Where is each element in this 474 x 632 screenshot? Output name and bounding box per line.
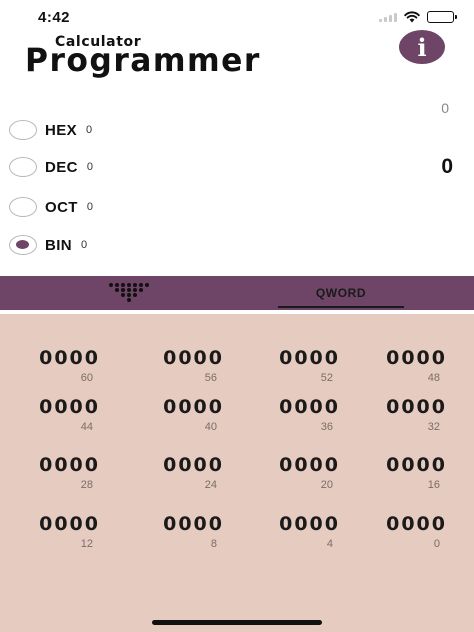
- base-value-oct: 0: [86, 201, 93, 213]
- bit-group[interactable]: 0000 48: [367, 347, 447, 384]
- status-icons: [379, 11, 457, 23]
- bit-index: 36: [320, 421, 333, 433]
- bit-digits[interactable]: 0000: [260, 513, 340, 535]
- bit-group[interactable]: 0000 60: [20, 347, 100, 384]
- base-option-bin[interactable]: BIN 0: [9, 232, 87, 258]
- bit-index: 24: [204, 479, 217, 491]
- bit-index: 60: [80, 372, 93, 384]
- bit-digits[interactable]: 0000: [260, 347, 340, 369]
- readout-primary: 0: [441, 155, 453, 178]
- bit-group[interactable]: 0000 12: [20, 513, 100, 550]
- bit-digits[interactable]: 0000: [20, 513, 100, 535]
- bit-digits[interactable]: 0000: [367, 513, 447, 535]
- bit-index: 16: [427, 479, 440, 491]
- bit-group[interactable]: 0000 32: [367, 396, 447, 433]
- bit-grid-icon: [109, 283, 149, 302]
- bit-group[interactable]: 0000 0: [367, 513, 447, 550]
- base-label-hex: HEX: [45, 121, 78, 139]
- bit-index: 12: [80, 538, 93, 550]
- bit-index: 40: [204, 421, 217, 433]
- home-indicator[interactable]: [152, 620, 322, 625]
- status-time: 4:42: [38, 9, 71, 26]
- tab-bit-toggling[interactable]: [0, 276, 260, 310]
- bit-toggle-panel: 0000 60 0000 56 0000 52 0000 48 0000 44 …: [0, 314, 474, 632]
- bit-digits[interactable]: 0000: [20, 396, 100, 418]
- bit-group[interactable]: 0000 8: [144, 513, 224, 550]
- app-title: Programmer: [25, 41, 261, 79]
- base-label-dec: DEC: [45, 158, 78, 176]
- bit-index: 0: [433, 538, 440, 550]
- base-option-oct[interactable]: OCT 0: [9, 194, 93, 220]
- cellular-signal-icon: [379, 12, 397, 22]
- bit-digits[interactable]: 0000: [367, 454, 447, 476]
- bit-digits[interactable]: 0000: [20, 347, 100, 369]
- bit-group[interactable]: 0000 20: [260, 454, 340, 491]
- bit-index: 52: [320, 372, 333, 384]
- bit-digits[interactable]: 0000: [144, 513, 224, 535]
- bit-index: 28: [80, 479, 93, 491]
- wifi-icon: [404, 11, 420, 23]
- bit-group[interactable]: 0000 56: [144, 347, 224, 384]
- bit-digits[interactable]: 0000: [260, 454, 340, 476]
- info-icon: i: [417, 32, 427, 62]
- bit-digits[interactable]: 0000: [367, 347, 447, 369]
- tab-word-size[interactable]: QWORD: [278, 276, 404, 310]
- bit-digits[interactable]: 0000: [367, 396, 447, 418]
- bit-group[interactable]: 0000 28: [20, 454, 100, 491]
- bit-group[interactable]: 0000 36: [260, 396, 340, 433]
- info-button[interactable]: i: [399, 30, 445, 64]
- bit-group[interactable]: 0000 4: [260, 513, 340, 550]
- bit-digits[interactable]: 0000: [144, 347, 224, 369]
- hex-radio[interactable]: [9, 120, 37, 140]
- bit-digits[interactable]: 0000: [144, 396, 224, 418]
- base-option-dec[interactable]: DEC 0: [9, 154, 93, 180]
- bit-digits[interactable]: 0000: [20, 454, 100, 476]
- base-option-hex[interactable]: HEX 0: [9, 117, 92, 143]
- bit-group[interactable]: 0000 52: [260, 347, 340, 384]
- base-value-dec: 0: [86, 161, 93, 173]
- oct-radio[interactable]: [9, 197, 37, 217]
- base-label-bin: BIN: [45, 236, 73, 254]
- bit-index: 20: [320, 479, 333, 491]
- base-label-oct: OCT: [45, 198, 78, 216]
- bit-index: 8: [210, 538, 217, 550]
- bin-radio[interactable]: [9, 235, 37, 255]
- base-value-bin: 0: [81, 239, 88, 251]
- bit-group[interactable]: 0000 16: [367, 454, 447, 491]
- word-size-label: QWORD: [315, 286, 367, 300]
- bit-group[interactable]: 0000 24: [144, 454, 224, 491]
- bit-index: 32: [427, 421, 440, 433]
- bit-digits[interactable]: 0000: [144, 454, 224, 476]
- base-value-hex: 0: [86, 124, 93, 136]
- bit-index: 44: [80, 421, 93, 433]
- status-bar: 4:42: [0, 0, 474, 34]
- readout-secondary: 0: [441, 100, 449, 116]
- bit-group[interactable]: 0000 40: [144, 396, 224, 433]
- keyboard-tab-bar: QWORD: [0, 276, 474, 310]
- battery-icon: [427, 11, 457, 23]
- bit-index: 48: [427, 372, 440, 384]
- dec-radio[interactable]: [9, 157, 37, 177]
- bit-group[interactable]: 0000 44: [20, 396, 100, 433]
- bit-index: 56: [204, 372, 217, 384]
- bit-index: 4: [326, 538, 333, 550]
- bit-digits[interactable]: 0000: [260, 396, 340, 418]
